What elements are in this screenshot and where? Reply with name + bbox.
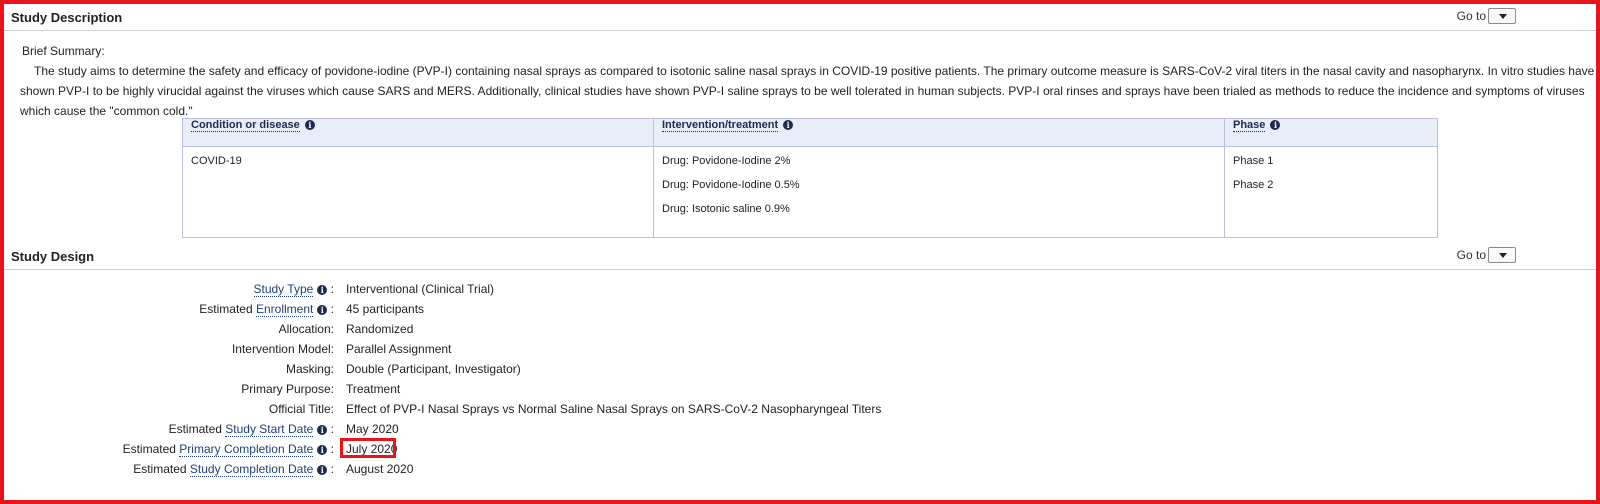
table-row: COVID-19 Drug: Povidone-Iodine 2% Drug: … xyxy=(182,146,1438,238)
goto-dropdown-button[interactable] xyxy=(1488,8,1516,24)
header-intervention[interactable]: Intervention/treatment i xyxy=(653,118,1225,147)
design-row-value: 45 participants xyxy=(346,302,425,316)
design-row-label-text: Masking: xyxy=(285,362,334,376)
design-row-label-text: Official Title: xyxy=(268,402,334,416)
header-phase[interactable]: Phase i xyxy=(1224,118,1438,147)
design-row-label: Estimated Study Completion Date i : xyxy=(133,462,334,477)
design-row-label-text: Primary Purpose: xyxy=(241,382,334,396)
goto-label: Go to xyxy=(1456,248,1486,262)
design-row-term-link[interactable]: Study Start Date xyxy=(225,422,314,437)
info-icon[interactable]: i xyxy=(1270,120,1281,131)
study-design-header: Study Design Go to xyxy=(4,243,1596,270)
colon-separator: : xyxy=(327,422,334,436)
design-row-label-text: Estimated xyxy=(133,462,190,476)
design-row-label: Estimated Enrollment i : xyxy=(199,302,334,317)
design-row: Primary Purpose: Treatment xyxy=(0,380,1600,400)
design-row-label-text: Intervention Model: xyxy=(231,342,334,356)
design-row-label-text: Allocation: xyxy=(278,322,334,336)
design-row-label: Estimated Primary Completion Date i : xyxy=(122,442,334,457)
chevron-down-icon xyxy=(1499,14,1507,19)
info-icon[interactable]: i xyxy=(304,120,315,131)
design-row: Estimated Study Completion Date i : August… xyxy=(0,460,1600,480)
design-row-term-link[interactable]: Primary Completion Date xyxy=(179,442,314,457)
design-row-value: Effect of PVP-I Nasal Sprays vs Normal S… xyxy=(346,402,882,416)
study-description-title: Study Description xyxy=(11,10,123,25)
design-row-label-text: Estimated xyxy=(199,302,256,316)
info-icon[interactable]: i xyxy=(317,464,328,475)
design-row-value: Parallel Assignment xyxy=(346,342,452,356)
intervention-cell: Drug: Povidone-Iodine 2% Drug: Povidone-… xyxy=(653,146,1225,238)
intervention-item: Drug: Isotonic saline 0.9% xyxy=(662,203,790,215)
info-icon[interactable]: i xyxy=(783,120,794,131)
design-row: Official Title: Effect of PVP-I Nasal Spr… xyxy=(0,400,1600,420)
colon-separator: : xyxy=(327,462,334,476)
colon-separator: : xyxy=(327,442,334,456)
colon-separator: : xyxy=(327,302,334,316)
design-row-label: Masking: xyxy=(286,362,334,376)
design-row-label: Estimated Study Start Date i : xyxy=(168,422,334,437)
highlight-box xyxy=(340,438,396,458)
design-row-label: Official Title: xyxy=(269,402,334,416)
phase-cell: Phase 1 Phase 2 xyxy=(1224,146,1438,238)
design-row-label-text: Estimated xyxy=(122,442,180,456)
design-row-label: Study Type i : xyxy=(253,282,334,297)
design-row-value: Treatment xyxy=(346,382,401,396)
study-design-list: Study Type i : Interventional (Clinical Tr… xyxy=(0,280,1600,480)
design-row: Intervention Model: Parallel Assignment xyxy=(0,340,1600,360)
design-row-value: Interventional (Clinical Trial) xyxy=(346,282,495,296)
info-icon[interactable]: i xyxy=(317,444,328,455)
design-row: Study Type i : Interventional (Clinical Tr… xyxy=(0,280,1600,300)
info-icon[interactable]: i xyxy=(317,284,328,295)
intervention-item: Drug: Povidone-Iodine 0.5% xyxy=(662,179,800,191)
goto-dropdown-button[interactable] xyxy=(1488,247,1516,263)
design-row: Estimated Study Start Date i : May 2020 xyxy=(0,420,1600,440)
design-row-label: Allocation: xyxy=(279,322,334,336)
design-row: Allocation: Randomized xyxy=(0,320,1600,340)
design-row-value: August 2020 xyxy=(346,462,414,476)
study-description-header: Study Description Go to xyxy=(4,4,1596,31)
phase-item: Phase 1 xyxy=(1233,155,1274,167)
phase-item: Phase 2 xyxy=(1233,179,1274,191)
design-row-value: Double (Participant, Investigator) xyxy=(346,362,521,376)
design-row-term-link[interactable]: Enrollment xyxy=(255,302,314,317)
condition-cell: COVID-19 xyxy=(182,146,654,238)
design-row-value: Randomized xyxy=(346,322,414,336)
conditions-table: Condition or disease i Intervention/trea… xyxy=(182,118,1438,238)
design-row-label-text: Estimated xyxy=(168,422,226,436)
colon-separator: : xyxy=(327,282,334,296)
brief-summary-label: Brief Summary: xyxy=(22,44,105,58)
study-design-title: Study Design xyxy=(11,249,95,264)
goto-label: Go to xyxy=(1456,9,1486,23)
design-row-label: Primary Purpose: xyxy=(241,382,334,396)
info-icon[interactable]: i xyxy=(317,304,328,315)
design-row-label: Intervention Model: xyxy=(232,342,334,356)
condition-item: COVID-19 xyxy=(191,155,242,167)
design-row: Estimated Primary Completion Date i : July… xyxy=(0,438,1600,460)
design-row-term-link[interactable]: Study Type xyxy=(253,282,314,297)
header-condition[interactable]: Condition or disease i xyxy=(182,118,654,147)
design-row: Estimated Enrollment i :45 participants xyxy=(0,300,1600,320)
chevron-down-icon xyxy=(1499,253,1507,258)
brief-summary-text: The study aims to determine the safety a… xyxy=(20,64,1595,118)
info-icon[interactable]: i xyxy=(317,424,328,435)
intervention-item: Drug: Povidone-Iodine 2% xyxy=(662,155,791,167)
design-row-value: May 2020 xyxy=(346,422,399,436)
design-row-term-link[interactable]: Study Completion Date xyxy=(189,462,314,477)
design-row: Masking: Double (Participant, Investigato… xyxy=(0,360,1600,380)
